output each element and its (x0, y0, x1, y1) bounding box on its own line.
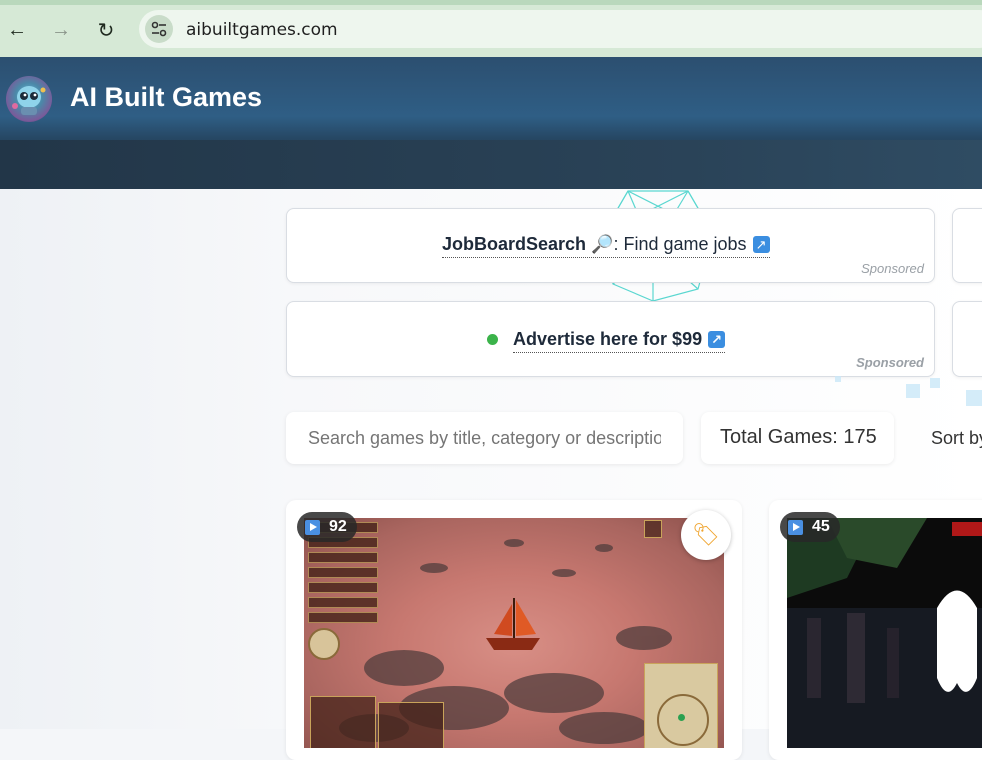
url-text: aibuiltgames.com (186, 20, 338, 40)
settings-icon (644, 520, 662, 538)
advertise-link[interactable]: Advertise here for $99 ↗ (513, 329, 726, 353)
advertise-text: Advertise here for $99 (513, 329, 703, 349)
sponsored-label: Sponsored (856, 355, 924, 370)
external-link-icon: ↗ (708, 331, 726, 348)
sponsored-card-jobboard[interactable]: JobBoardSearch 🔎: Find game jobs ↗ Sponso… (286, 208, 935, 283)
game-thumbnail[interactable] (787, 518, 982, 748)
compass-icon (308, 628, 340, 660)
sponsored-label: Sponsored (861, 261, 924, 276)
site-title[interactable]: AI Built Games (70, 82, 262, 113)
magnifier-icon: 🔎 (591, 234, 614, 254)
robot-logo-icon[interactable] (6, 76, 52, 122)
ad-text: : Find game jobs (613, 234, 747, 254)
total-games-counter: Total Games: 175 (701, 412, 894, 464)
play-count-badge: 92 (297, 512, 357, 542)
address-bar[interactable]: aibuiltgames.com (139, 10, 982, 48)
play-count: 45 (812, 518, 830, 535)
status-dot (487, 334, 498, 345)
play-icon (305, 519, 320, 535)
game-card[interactable]: 45 (769, 500, 982, 760)
sponsored-card-partial[interactable] (952, 208, 982, 283)
tag-icon[interactable]: 🏷 (681, 510, 731, 560)
reload-icon[interactable]: ↻ (91, 15, 121, 45)
ship-icon (486, 598, 540, 650)
game-card[interactable]: 92 🏷 (286, 500, 742, 760)
jobboard-ad-link[interactable]: JobBoardSearch 🔎: Find game jobs ↗ (442, 234, 770, 258)
site-settings-icon[interactable] (145, 15, 173, 43)
ad-brand: JobBoardSearch (442, 234, 587, 254)
external-link-icon: ↗ (752, 236, 770, 253)
sort-by-label[interactable]: Sort by (931, 428, 982, 449)
cannon-deck-panel (378, 702, 444, 748)
sponsored-card-partial[interactable] (952, 301, 982, 377)
decorative-pixel (906, 384, 920, 398)
decorative-pixel (835, 376, 841, 382)
game-thumbnail[interactable] (304, 518, 724, 748)
sponsored-card-advertise[interactable]: Advertise here for $99 ↗ Sponsored (286, 301, 935, 377)
header-band (0, 140, 982, 189)
helm-panel (644, 663, 718, 748)
decorative-pixel (930, 378, 940, 388)
site-header: AI Built Games (0, 57, 982, 189)
decorative-pixel (966, 390, 982, 406)
play-count-badge: 45 (780, 512, 840, 542)
forward-arrow-icon[interactable]: → (46, 15, 76, 45)
back-arrow-icon[interactable]: ← (2, 15, 32, 45)
search-input[interactable] (286, 412, 683, 464)
play-count: 92 (329, 518, 347, 535)
browser-toolbar: ← → ↻ aibuiltgames.com (0, 0, 982, 57)
fishing-station-panel (310, 696, 376, 748)
play-icon (788, 519, 803, 535)
